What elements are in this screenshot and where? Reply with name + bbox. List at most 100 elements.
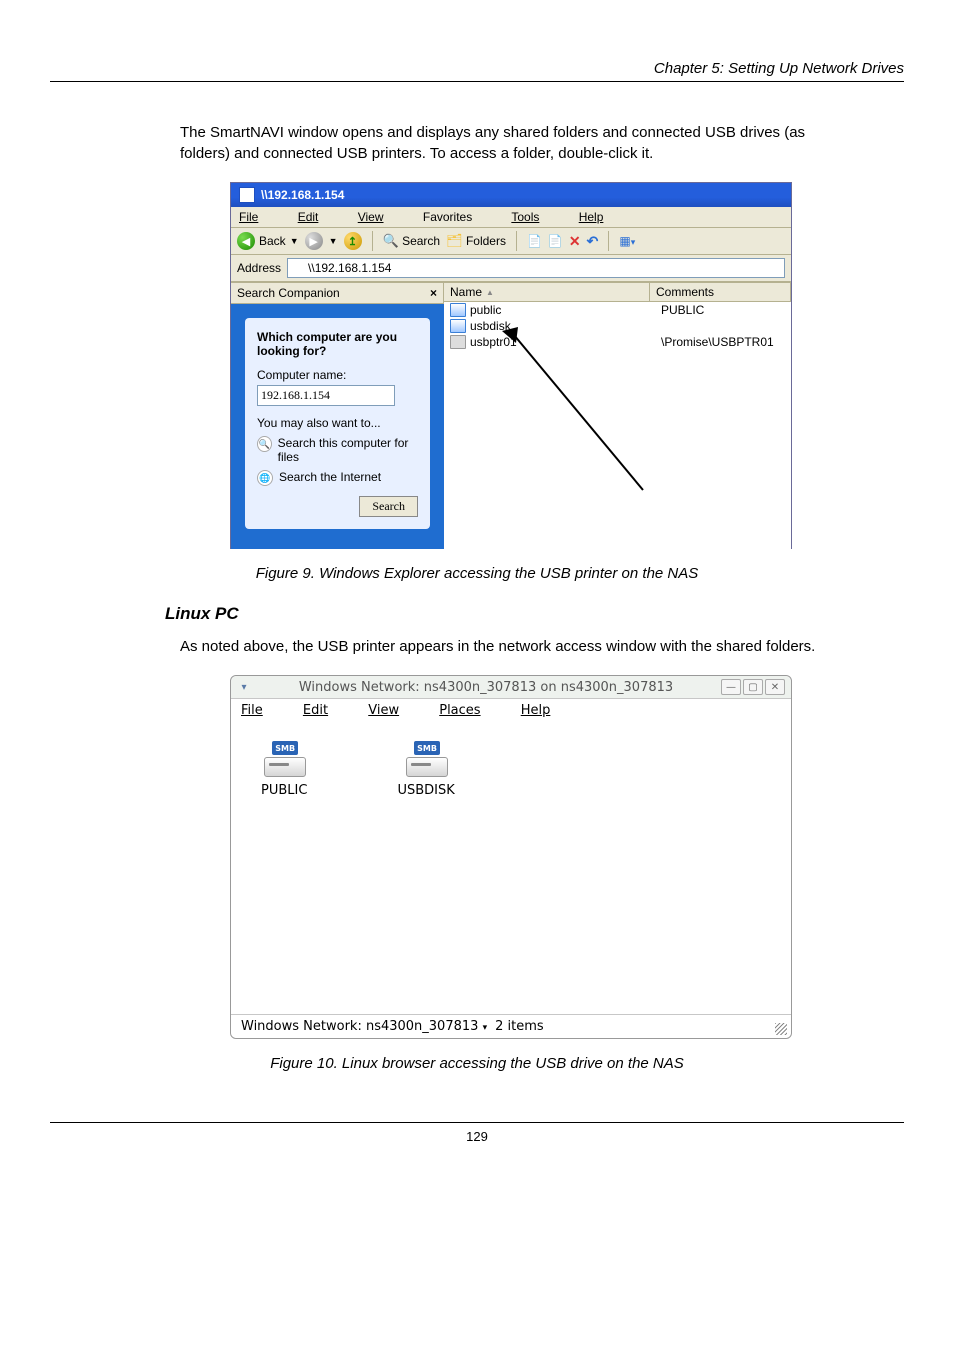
- menu-edit[interactable]: Edit: [298, 210, 337, 224]
- computer-name-label: Computer name:: [257, 368, 418, 382]
- link-search-internet-label: Search the Internet: [279, 470, 381, 486]
- menu-file-label: File: [239, 210, 258, 224]
- maximize-button[interactable]: ▢: [743, 679, 763, 695]
- page-number: 129: [466, 1129, 488, 1144]
- search-companion-panel: Search Companion × Which computer are yo…: [231, 283, 444, 549]
- back-button[interactable]: ◀ Back ▼: [237, 232, 299, 250]
- status-path-label: Windows Network: ns4300n_307813: [241, 1019, 478, 1034]
- search-icon: 🔍: [383, 233, 399, 248]
- resize-grip-icon[interactable]: [775, 1023, 787, 1035]
- file-list: Name ▲ Comments public PUBLIC usbdisk: [444, 283, 791, 549]
- back-label: Back: [259, 234, 286, 248]
- tool-copyto-icon[interactable]: 📄: [548, 234, 563, 248]
- row-name: public: [470, 303, 501, 317]
- col-name-label: Name: [450, 285, 482, 299]
- menu-help-label: Help: [521, 703, 551, 718]
- windows-explorer-window: \\192.168.1.154 File Edit View Favorites…: [230, 182, 792, 549]
- nautilus-status-bar: Windows Network: ns4300n_307813 ▾ 2 item…: [231, 1014, 791, 1038]
- menu-tools[interactable]: Tools: [511, 210, 557, 224]
- status-dropdown-icon: ▾: [483, 1023, 488, 1033]
- figure-1: \\192.168.1.154 File Edit View Favorites…: [230, 182, 904, 549]
- undo-icon[interactable]: ↶: [587, 233, 599, 250]
- paragraph-2: As noted above, the USB printer appears …: [180, 636, 820, 657]
- nautilus-window: ▾ Windows Network: ns4300n_307813 on ns4…: [230, 675, 792, 1039]
- list-header: Name ▲ Comments: [444, 283, 791, 302]
- menu-favorites-label: Favorites: [423, 210, 472, 224]
- search-button-submit[interactable]: Search: [359, 496, 418, 517]
- menu-view[interactable]: View: [358, 210, 402, 224]
- back-icon: ◀: [237, 232, 255, 250]
- link-search-this-computer-label: Search this computer for files: [278, 436, 418, 464]
- menu-help[interactable]: Help: [521, 703, 569, 718]
- icon-label: USBDISK: [397, 783, 454, 798]
- search-files-icon: 🔍: [257, 436, 272, 452]
- window-controls: — ▢ ✕: [721, 679, 785, 695]
- menu-bar: File Edit View Favorites Tools Help: [231, 207, 791, 228]
- computer-name-input[interactable]: [257, 385, 395, 406]
- window-body: Search Companion × Which computer are yo…: [231, 282, 791, 549]
- window-title-text: \\192.168.1.154: [261, 188, 344, 202]
- smb-drive-icon: SMB: [404, 741, 448, 777]
- col-comments-header[interactable]: Comments: [650, 283, 791, 301]
- forward-dropdown-icon: ▼: [329, 236, 338, 246]
- list-row[interactable]: usbptr01 \Promise\USBPTR01: [444, 334, 791, 350]
- also-label: You may also want to...: [257, 416, 418, 430]
- menu-view[interactable]: View: [368, 703, 417, 718]
- menu-file[interactable]: File: [239, 210, 276, 224]
- share-icon-usbdisk[interactable]: SMB USBDISK: [397, 741, 454, 996]
- back-dropdown-icon: ▼: [290, 236, 299, 246]
- address-bar: Address \\192.168.1.154: [231, 255, 791, 282]
- status-item-count: 2 items: [495, 1019, 544, 1034]
- toolbar-divider-3: [608, 231, 609, 251]
- up-button[interactable]: ↥: [344, 232, 362, 250]
- folders-button[interactable]: 🗂 Folders: [446, 233, 506, 249]
- address-value: \\192.168.1.154: [308, 261, 391, 275]
- folders-label: Folders: [466, 234, 506, 248]
- doc-header: Chapter 5: Setting Up Network Drives: [50, 60, 904, 77]
- menu-tools-label: Tools: [511, 210, 539, 224]
- footer: 129: [50, 1122, 904, 1144]
- status-path[interactable]: Windows Network: ns4300n_307813 ▾: [241, 1019, 487, 1034]
- delete-icon[interactable]: ✕: [569, 233, 581, 250]
- menu-places[interactable]: Places: [439, 703, 498, 718]
- share-icon: [450, 319, 466, 333]
- menu-file-label: File: [241, 703, 263, 718]
- window-title-bar: \\192.168.1.154: [231, 183, 791, 207]
- address-input[interactable]: \\192.168.1.154: [287, 258, 785, 278]
- list-row[interactable]: public PUBLIC: [444, 302, 791, 318]
- search-label: Search: [402, 234, 440, 248]
- search-button[interactable]: 🔍 Search: [383, 233, 441, 249]
- address-icon: [292, 262, 304, 274]
- chevron-down-icon[interactable]: ▾: [237, 680, 251, 694]
- link-search-this-computer[interactable]: 🔍 Search this computer for files: [257, 436, 418, 464]
- menu-edit-label: Edit: [298, 210, 319, 224]
- search-question: Which computer are you looking for?: [257, 330, 418, 358]
- col-comments-label: Comments: [656, 285, 714, 299]
- tool-moveto-icon[interactable]: 📄: [527, 234, 542, 248]
- menu-edit-label: Edit: [303, 703, 328, 718]
- close-search-panel-button[interactable]: ×: [430, 286, 437, 300]
- row-comment: [655, 318, 791, 334]
- minimize-button[interactable]: —: [721, 679, 741, 695]
- list-row[interactable]: usbdisk: [444, 318, 791, 334]
- search-internet-icon: 🌐: [257, 470, 273, 486]
- views-button[interactable]: ▦▾: [619, 234, 635, 248]
- header-rule: [50, 81, 904, 82]
- heading-linux-pc: Linux PC: [165, 604, 904, 624]
- address-label: Address: [237, 261, 281, 275]
- toolbar-divider: [372, 231, 373, 251]
- share-icon-public[interactable]: SMB PUBLIC: [261, 741, 307, 996]
- menu-edit[interactable]: Edit: [303, 703, 346, 718]
- nautilus-title-bar: ▾ Windows Network: ns4300n_307813 on ns4…: [231, 676, 791, 699]
- forward-button[interactable]: ▶: [305, 232, 323, 250]
- sort-asc-icon: ▲: [486, 288, 494, 297]
- row-name: usbptr01: [470, 335, 517, 349]
- close-button[interactable]: ✕: [765, 679, 785, 695]
- folders-icon: 🗂: [446, 233, 463, 248]
- link-search-internet[interactable]: 🌐 Search the Internet: [257, 470, 418, 486]
- menu-help[interactable]: Help: [579, 210, 622, 224]
- menu-file[interactable]: File: [241, 703, 281, 718]
- share-icon: [450, 303, 466, 317]
- col-name-header[interactable]: Name ▲: [444, 283, 650, 301]
- menu-favorites[interactable]: Favorites: [423, 210, 490, 224]
